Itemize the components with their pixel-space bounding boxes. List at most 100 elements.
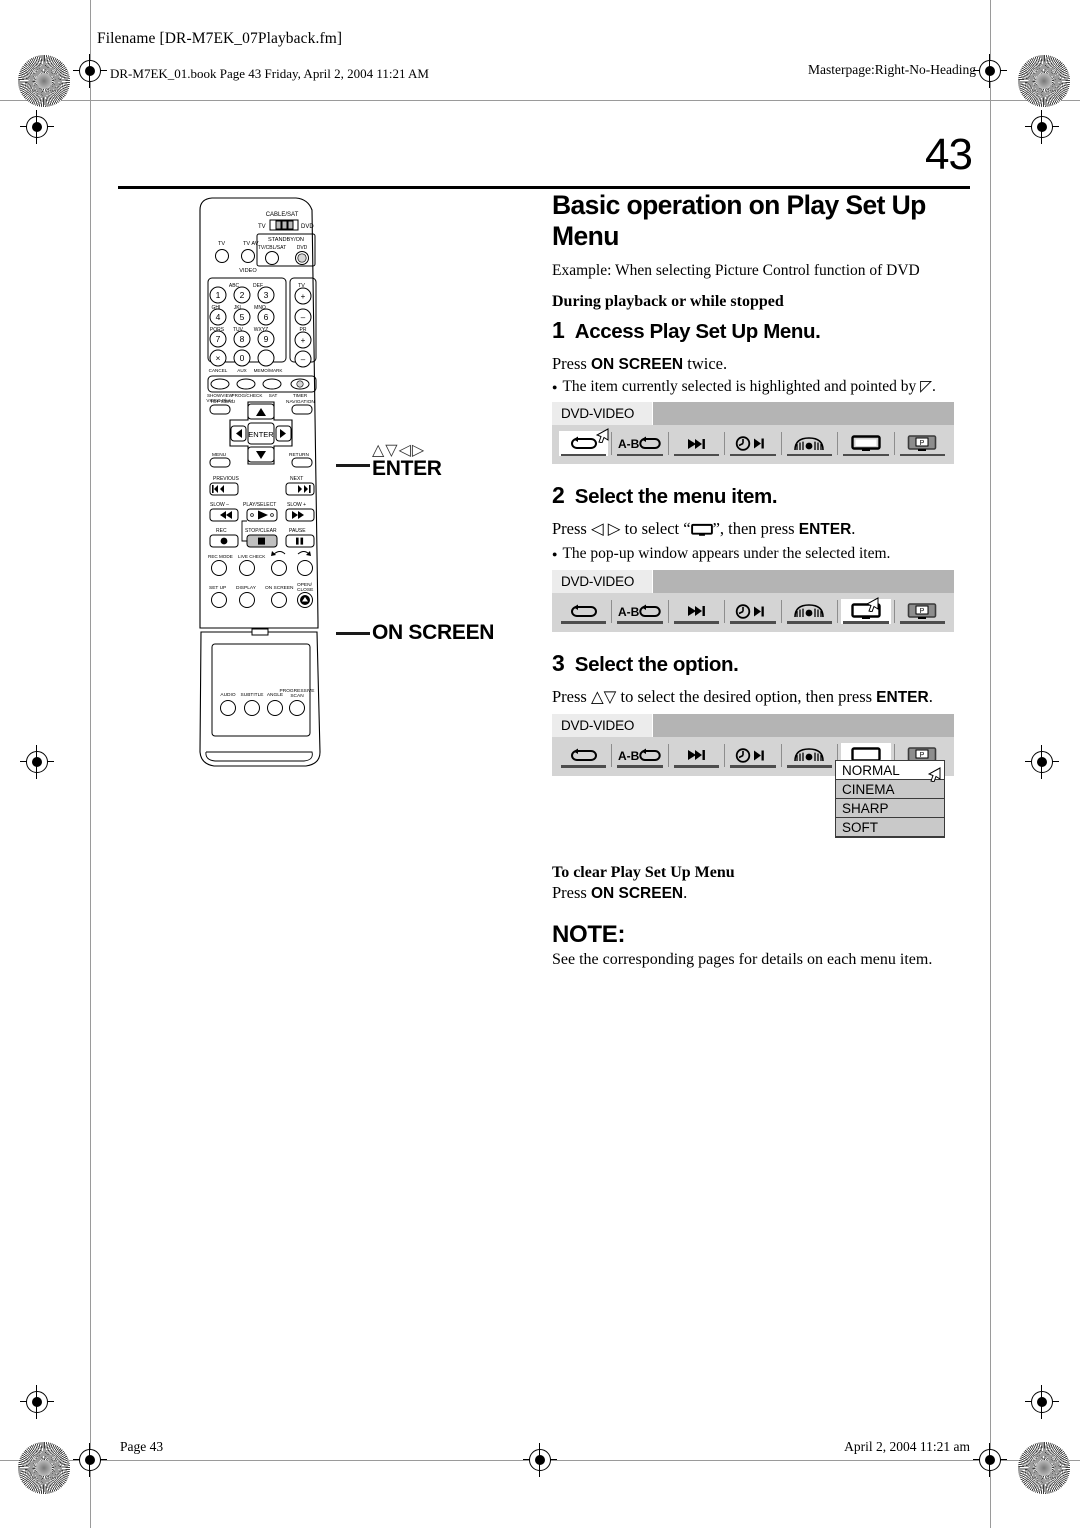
header-rule bbox=[118, 186, 970, 189]
skip-search-icon[interactable] bbox=[671, 431, 722, 457]
example-line: Example: When selecting Picture Control … bbox=[552, 262, 920, 279]
osd-divider bbox=[724, 743, 726, 767]
step-1-heading: 1 Access Play Set Up Menu. bbox=[552, 319, 972, 344]
osd-pointer-cursor-2 bbox=[866, 596, 879, 612]
skip-search-icon[interactable] bbox=[671, 742, 722, 768]
density-target-top-right bbox=[1018, 55, 1070, 107]
clear-key: ON SCREEN bbox=[590, 884, 684, 902]
clear-menu-heading: To clear Play Set Up Menu bbox=[552, 863, 735, 881]
svg-text:+: + bbox=[301, 292, 306, 301]
svg-text:SUBTITLE: SUBTITLE bbox=[241, 692, 264, 698]
osd-divider bbox=[780, 432, 782, 456]
svg-text:STANDBY/ON: STANDBY/ON bbox=[268, 237, 304, 243]
osd-disc-type-tab-1: DVD-VIDEO bbox=[552, 402, 653, 426]
popup-option-soft[interactable]: SOFT bbox=[836, 817, 944, 837]
step-1-number: 1 bbox=[552, 317, 565, 343]
popup-option-sharp[interactable]: SHARP bbox=[836, 798, 944, 818]
osd-divider bbox=[780, 599, 782, 623]
osd-divider bbox=[724, 432, 726, 456]
osd-divider bbox=[893, 599, 895, 623]
ab-repeat-icon[interactable]: A-B bbox=[615, 431, 665, 457]
book-info-label: DR-M7EK_01.book Page 43 Friday, April 2,… bbox=[110, 66, 429, 81]
step-1-press: Press bbox=[552, 354, 591, 373]
osd-icon-row-1: A-B P bbox=[552, 425, 954, 465]
ab-repeat-icon[interactable]: A-B bbox=[615, 598, 665, 624]
note-heading: NOTE: bbox=[552, 921, 626, 949]
osd-titlebar-fill-2 bbox=[653, 569, 954, 593]
osd-divider bbox=[667, 432, 669, 456]
svg-text:–: – bbox=[301, 355, 306, 364]
svg-text:1: 1 bbox=[216, 290, 221, 300]
step-2-mid: to select “ bbox=[620, 519, 691, 539]
svg-text:P: P bbox=[920, 752, 925, 759]
svg-text:DVD: DVD bbox=[301, 224, 314, 230]
osd-divider bbox=[837, 599, 839, 623]
osd-divider bbox=[893, 432, 895, 456]
surround-audio-icon[interactable] bbox=[784, 742, 835, 768]
registration-mark-right bbox=[1025, 110, 1059, 144]
osd-disc-type-tab-3: DVD-VIDEO bbox=[552, 713, 653, 737]
step-3-mid: to select the desired option, then press bbox=[616, 686, 877, 706]
screen-mode-icon[interactable]: P bbox=[897, 598, 947, 624]
time-search-icon[interactable] bbox=[728, 742, 778, 768]
svg-text:5: 5 bbox=[240, 312, 245, 322]
svg-text:SLOW –: SLOW – bbox=[210, 502, 229, 508]
svg-text:NAVIGATION: NAVIGATION bbox=[286, 399, 315, 405]
surround-audio-icon[interactable] bbox=[784, 598, 835, 624]
svg-text:TOP MENU: TOP MENU bbox=[210, 399, 236, 405]
svg-text:P: P bbox=[920, 608, 925, 615]
svg-text:+: + bbox=[301, 336, 306, 345]
osd-titlebar-2: DVD-VIDEO bbox=[552, 569, 954, 593]
repeat-icon[interactable] bbox=[559, 598, 609, 624]
svg-text:MEMO/MARK: MEMO/MARK bbox=[254, 368, 284, 373]
step-3-instruction: Press △▽ to select the desired option, t… bbox=[552, 686, 972, 708]
step-1-suffix: twice. bbox=[683, 354, 728, 373]
step-3-title: Select the option. bbox=[574, 652, 739, 676]
svg-text:AUDIO: AUDIO bbox=[220, 692, 235, 698]
svg-text:6: 6 bbox=[264, 312, 269, 322]
page-title: Basic operation on Play Set Up Menu bbox=[552, 190, 926, 251]
clear-suffix: . bbox=[683, 882, 688, 902]
repeat-icon[interactable] bbox=[559, 742, 609, 768]
osd-titlebar-1: DVD-VIDEO bbox=[552, 402, 954, 426]
surround-audio-icon[interactable] bbox=[784, 431, 835, 457]
registration-mark-bottom-left bbox=[73, 1443, 107, 1477]
popup-option-cinema[interactable]: CINEMA bbox=[836, 779, 944, 799]
osd-titlebar-fill-1 bbox=[653, 402, 954, 426]
osd-pointer-cursor-1 bbox=[596, 428, 609, 444]
screen-mode-icon[interactable]: P bbox=[897, 431, 947, 457]
callout-enter-label: ENTER bbox=[372, 457, 442, 480]
section-subhead: During playback or while stopped bbox=[552, 293, 784, 310]
svg-text:MENU: MENU bbox=[212, 452, 227, 458]
remote-control-illustration: CABLE/SAT TV DVD STANDBY/ON TV/CBL/SAT D… bbox=[186, 192, 336, 782]
crop-line-top bbox=[0, 100, 1080, 101]
density-target-bottom-right bbox=[1018, 1442, 1070, 1494]
step-2-mid2: ”, then press bbox=[712, 519, 799, 539]
time-search-icon[interactable] bbox=[728, 431, 778, 457]
picture-control-inline-icon bbox=[690, 521, 713, 542]
step-3-number: 3 bbox=[552, 649, 565, 676]
svg-text:7: 7 bbox=[216, 334, 221, 344]
step-1-title: Access Play Set Up Menu. bbox=[574, 320, 821, 343]
step-2-arrow-keys: ◁ ▷ bbox=[590, 519, 621, 539]
crop-line-right bbox=[990, 0, 991, 1528]
svg-text:STOP/CLEAR: STOP/CLEAR bbox=[245, 528, 277, 534]
osd-menu-bar-step1: DVD-VIDEO A-B P bbox=[552, 402, 954, 465]
svg-text:A-B: A-B bbox=[618, 605, 640, 619]
svg-text:DVD: DVD bbox=[297, 245, 308, 251]
skip-search-icon[interactable] bbox=[671, 598, 722, 624]
svg-text:REC MODE: REC MODE bbox=[208, 554, 233, 559]
registration-mark-top-left bbox=[73, 54, 107, 88]
step-3-arrow-keys: △▽ bbox=[590, 686, 617, 706]
step-2-instruction: Press ◁ ▷ to select “ ”, then press ENTER… bbox=[552, 518, 972, 542]
svg-text:REC: REC bbox=[216, 528, 227, 534]
step-1-instruction: Press ON SCREEN twice. bbox=[552, 353, 972, 375]
step-2-press: Press bbox=[552, 519, 591, 539]
registration-mark-lower-right bbox=[1025, 1385, 1059, 1419]
ab-repeat-icon[interactable]: A-B bbox=[615, 742, 665, 768]
picture-control-popup[interactable]: NORMAL CINEMA SHARP SOFT bbox=[835, 759, 945, 838]
picture-control-icon[interactable] bbox=[841, 431, 891, 457]
svg-text:9: 9 bbox=[264, 334, 269, 344]
svg-text:TV: TV bbox=[218, 241, 225, 247]
time-search-icon[interactable] bbox=[728, 598, 778, 624]
